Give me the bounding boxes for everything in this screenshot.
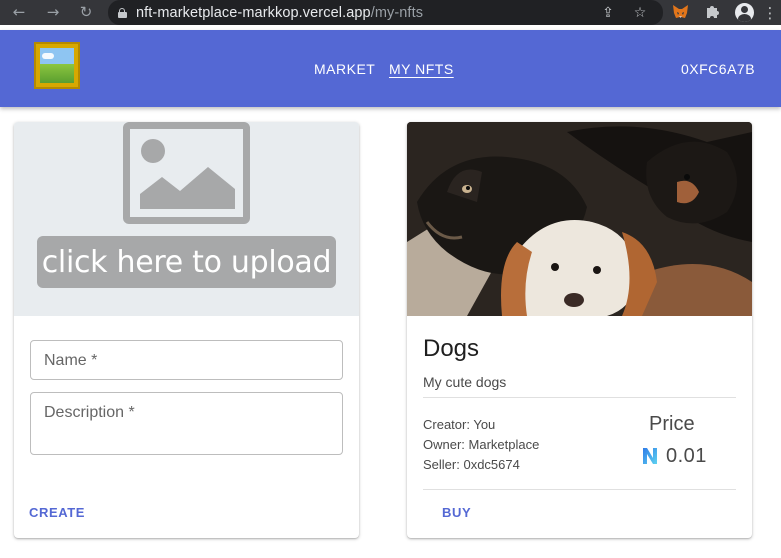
nft-description: My cute dogs [423,374,507,390]
share-icon[interactable]: ⇪ [598,3,618,23]
seller-text: Seller: 0xdc5674 [423,457,520,472]
browser-toolbar: ← → ↻ nft-marketplace-markkop.vercel.app… [0,0,781,25]
nav-my-nfts-link[interactable]: MY NFTS [389,61,454,77]
bookmark-star-icon[interactable]: ☆ [630,3,650,23]
near-token-icon [643,448,657,464]
owner-text: Owner: Marketplace [423,437,540,452]
lock-icon [118,7,127,18]
extensions-puzzle-icon[interactable] [704,4,720,20]
name-input[interactable]: Name * [30,340,343,380]
reload-icon[interactable]: ↻ [75,1,97,23]
description-field-label: Description * [44,404,135,421]
price-value: 0.01 [666,445,707,467]
nav-market-link[interactable]: MARKET [314,61,375,77]
creator-text: Creator: You [423,417,496,432]
upload-button[interactable]: click here to upload [37,236,336,288]
nft-image[interactable] [407,122,752,316]
image-upload-area[interactable]: click here to upload [14,122,359,316]
url-host: nft-marketplace-markkop.vercel.app [136,4,371,21]
more-menu-icon[interactable]: ⋮ [760,3,780,23]
metamask-fox-icon[interactable] [672,4,689,20]
buy-button[interactable]: BUY [442,505,471,520]
nft-card: Dogs My cute dogs Creator: You Owner: Ma… [407,122,752,538]
image-placeholder-icon [123,122,250,224]
nft-title: Dogs [423,335,480,362]
price-label: Price [649,413,695,435]
description-input[interactable]: Description * [30,392,343,455]
profile-avatar-icon[interactable] [735,3,754,22]
wallet-address-button[interactable]: 0XFC6A7B [681,61,755,77]
back-arrow-icon[interactable]: ← [8,1,30,23]
divider [423,489,736,490]
name-field-label: Name * [44,352,98,369]
divider [423,397,736,398]
forward-arrow-icon[interactable]: → [42,1,64,23]
create-button[interactable]: CREATE [29,505,85,520]
address-bar[interactable]: nft-marketplace-markkop.vercel.app/my-nf… [108,0,663,25]
create-nft-card: click here to upload Name * Description … [14,122,359,538]
url-path: /my-nfts [370,4,424,21]
logo-framed-picture-icon[interactable] [34,42,80,89]
